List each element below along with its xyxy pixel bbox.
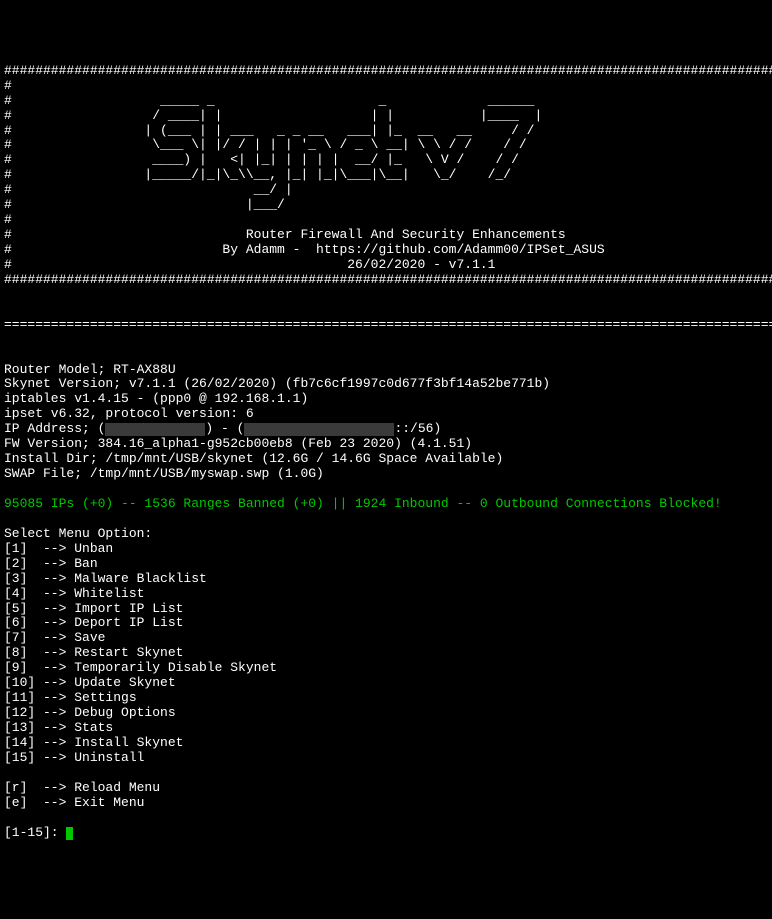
terminal-output: ########################################… <box>4 64 768 841</box>
menu-header: Select Menu Option: <box>4 526 152 541</box>
banner-subtitle-3: # 26/02/2020 - v7.1.1 # <box>4 257 772 272</box>
banner-border-bottom: ########################################… <box>4 272 772 287</box>
banner-border-top: ########################################… <box>4 63 772 78</box>
banner-ascii-7: # |___/ # <box>4 197 772 212</box>
banner-ascii-1: # / ____| | | | |____ | # <box>4 108 772 123</box>
menu-item-7[interactable]: [7] --> Save <box>4 630 105 645</box>
prompt[interactable]: [1-15]: <box>4 825 73 840</box>
banner-subtitle-2: # By Adamm - https://github.com/Adamm00/… <box>4 242 772 257</box>
info-ip-address: IP Address; ( ) - (::/56) <box>4 421 441 436</box>
info-router-model: Router Model; RT-AX88U <box>4 362 176 377</box>
banner-side: # # <box>4 78 772 93</box>
menu-reload[interactable]: [r] --> Reload Menu <box>4 780 160 795</box>
prompt-label: [1-15]: <box>4 825 66 840</box>
info-ipset: ipset v6.32, protocol version: 6 <box>4 406 254 421</box>
banner-ascii-3: # \___ \| |/ / | | | '_ \ / _ \ __| \ \ … <box>4 137 772 152</box>
menu-item-12[interactable]: [12] --> Debug Options <box>4 705 176 720</box>
menu-item-3[interactable]: [3] --> Malware Blacklist <box>4 571 207 586</box>
menu-item-5[interactable]: [5] --> Import IP List <box>4 601 183 616</box>
menu-item-11[interactable]: [11] --> Settings <box>4 690 137 705</box>
menu-item-10[interactable]: [10] --> Update Skynet <box>4 675 176 690</box>
status-line: 95085 IPs (+0) -- 1536 Ranges Banned (+0… <box>4 496 722 511</box>
ip-mid: ) - ( <box>205 421 244 436</box>
info-fw-version: FW Version; 384.16_alpha1-g952cb00eb8 (F… <box>4 436 472 451</box>
menu-item-2[interactable]: [2] --> Ban <box>4 556 98 571</box>
redacted-ip-2 <box>244 423 394 436</box>
cursor-icon <box>66 827 73 840</box>
menu-item-15[interactable]: [15] --> Uninstall <box>4 750 144 765</box>
menu-item-13[interactable]: [13] --> Stats <box>4 720 113 735</box>
redacted-ip-1 <box>105 423 205 436</box>
banner-ascii-4: # ____) | <| |_| | | | | __/ |_ \ V / / … <box>4 152 772 167</box>
menu-item-6[interactable]: [6] --> Deport IP List <box>4 615 183 630</box>
menu-exit[interactable]: [e] --> Exit Menu <box>4 795 144 810</box>
banner-ascii-8: # # <box>4 212 772 227</box>
menu-item-4[interactable]: [4] --> Whitelist <box>4 586 144 601</box>
ip-suffix: ::/56) <box>394 421 441 436</box>
banner-ascii-6: # __/ | # <box>4 182 772 197</box>
banner-ascii-2: # | (___ | | ___ _ _ __ ___| |_ __ __ / … <box>4 123 772 138</box>
info-skynet-version: Skynet Version; v7.1.1 (26/02/2020) (fb7… <box>4 376 550 391</box>
banner-subtitle-1: # Router Firewall And Security Enhanceme… <box>4 227 772 242</box>
info-swap-file: SWAP File; /tmp/mnt/USB/myswap.swp (1.0G… <box>4 466 324 481</box>
info-iptables: iptables v1.4.15 - (ppp0 @ 192.168.1.1) <box>4 391 308 406</box>
banner-ascii-0: # _____ _ _ ______ # <box>4 93 772 108</box>
menu-item-1[interactable]: [1] --> Unban <box>4 541 113 556</box>
info-install-dir: Install Dir; /tmp/mnt/USB/skynet (12.6G … <box>4 451 503 466</box>
divider: ========================================… <box>4 317 772 332</box>
menu-item-8[interactable]: [8] --> Restart Skynet <box>4 645 183 660</box>
menu-item-14[interactable]: [14] --> Install Skynet <box>4 735 183 750</box>
ip-prefix: IP Address; ( <box>4 421 105 436</box>
banner-ascii-5: # |_____/|_|\_\\__, |_| |_|\___|\__| \_/… <box>4 167 772 182</box>
menu-item-9[interactable]: [9] --> Temporarily Disable Skynet <box>4 660 277 675</box>
